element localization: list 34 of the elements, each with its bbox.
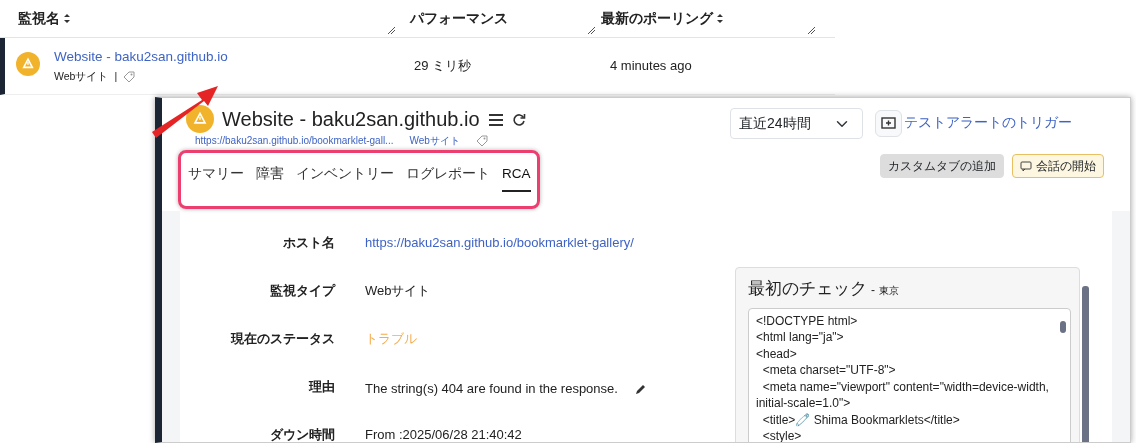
tab[interactable]: インベントリー	[296, 158, 394, 193]
monitor-title: Website - baku2san.github.io	[222, 107, 480, 132]
add-tab-button[interactable]: カスタムタブの追加	[880, 154, 1004, 178]
monitor-link[interactable]: Website - baku2san.github.io	[54, 47, 228, 68]
panel-title: 最初のチェック	[748, 278, 867, 300]
monitor-type: Webサイト	[409, 134, 460, 148]
table-cell: 29 ミリ秒	[414, 58, 472, 74]
field-label: ホスト名	[282, 234, 336, 252]
field-label: 監視タイプ	[269, 282, 337, 300]
chat-button[interactable]: 会話の開始	[1012, 154, 1104, 178]
tab[interactable]: サマリー	[188, 158, 244, 193]
tab[interactable]: RCA	[502, 158, 531, 193]
tab[interactable]: 障害	[256, 158, 284, 193]
field-label: 理由	[307, 378, 336, 396]
url-link[interactable]: https://baku2san.github.io/bookmarklet-gall...	[195, 133, 394, 148]
status-value: トラブル	[365, 330, 417, 348]
separator: -	[871, 282, 875, 299]
column-header[interactable]: パフォーマンス	[410, 8, 508, 29]
field-value: Webサイト	[365, 282, 431, 300]
table-cell: 4 minutes ago	[610, 58, 692, 74]
location-label: 東京	[879, 284, 899, 298]
period-select[interactable]: 直近24時間	[730, 108, 863, 139]
field-value: From :2025/06/28 21:40:42	[365, 426, 522, 442]
separator: |	[114, 69, 118, 85]
tab[interactable]: ログレポート	[406, 158, 490, 193]
field-label: 現在のステータス	[229, 330, 336, 348]
field-label: ダウン時間	[269, 426, 336, 442]
field-value: The string(s) 404 are found in the response.	[365, 380, 618, 399]
column-header[interactable]: 監視名	[18, 8, 60, 29]
source-code: <!DOCTYPE html> <html lang="ja"> <head> <meta charset="UTF-8"> <meta name="viewport" content="width=device-width, initial-scale=1.0"> <title>🧷 Shima Bookmarklets</title> <style>	[748, 307, 1071, 442]
trigger-link[interactable]: テストアラートのトリガー	[904, 113, 1072, 134]
column-header[interactable]: 最新のポーリング	[601, 8, 713, 29]
host-link[interactable]: https://baku2san.github.io/bookmarklet-gallery/	[365, 233, 634, 253]
monitor-type: Webサイト	[54, 69, 109, 85]
